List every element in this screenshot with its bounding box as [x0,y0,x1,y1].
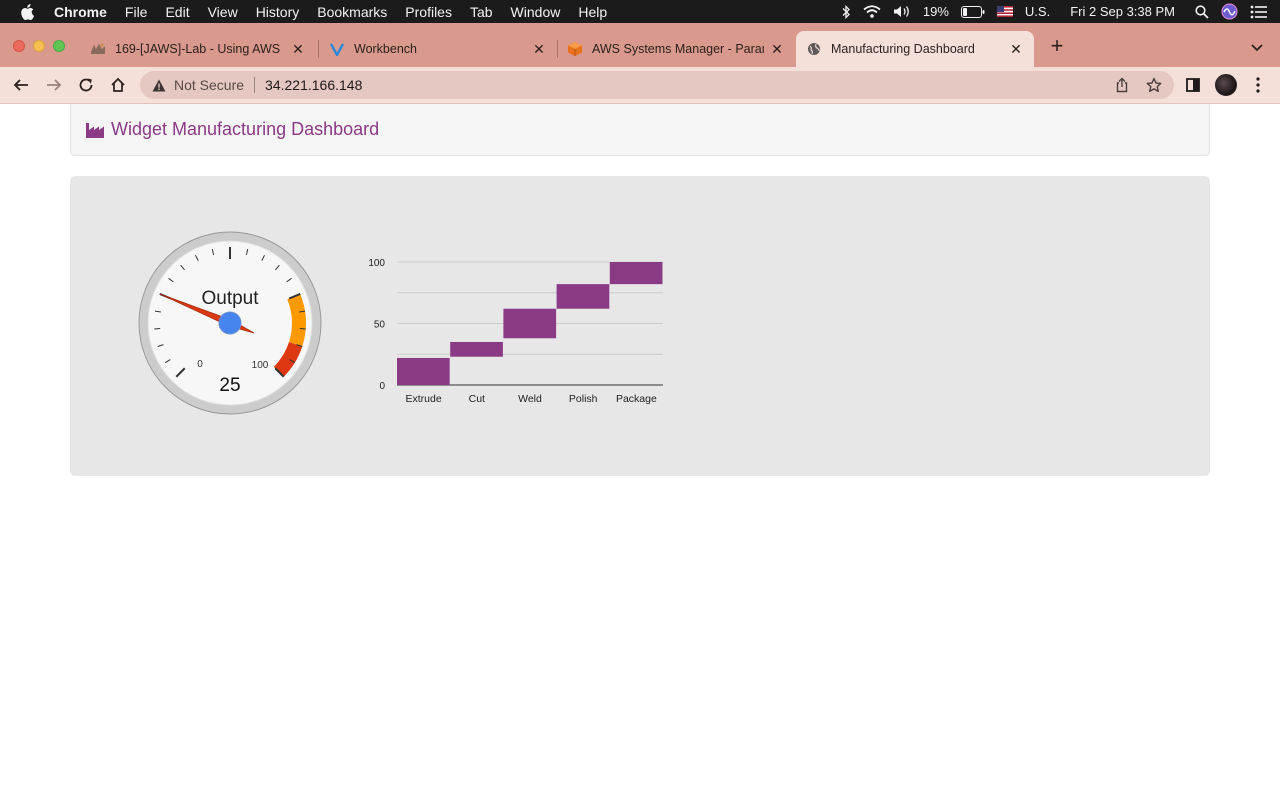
menu-profiles[interactable]: Profiles [405,4,452,20]
close-tab-icon[interactable]: ✕ [1008,41,1024,57]
clock[interactable]: Fri 2 Sep 3:38 PM [1070,4,1175,19]
dashboard-panel: Output 0 100 25 Extrude Cut Weld Polish Pack… [70,176,1210,476]
spotlight-search-icon[interactable] [1195,4,1209,19]
menu-tab[interactable]: Tab [470,4,493,20]
address-bar[interactable]: Not Secure 34.221.166.148 [140,71,1174,99]
chart-x-tick-label: Polish [569,393,598,405]
home-icon[interactable] [108,75,128,95]
globe-icon [806,41,822,57]
input-source-label[interactable]: U.S. [1025,4,1050,19]
apple-icon[interactable] [20,3,38,20]
new-tab-button[interactable]: + [1047,35,1067,57]
tab-aws-systems-manager[interactable]: AWS Systems Manager - Paran ✕ [557,31,795,67]
aws-favicon-icon [567,41,583,57]
control-center-icon[interactable] [1250,5,1268,19]
gauge-value-label: 25 [219,375,240,396]
tab-search-chevron-down-icon[interactable] [1249,39,1265,55]
back-arrow-icon[interactable] [11,75,31,95]
reload-icon[interactable] [76,75,96,95]
waterfall-chart: Extrude Cut Weld Polish Package 0 50 100 [368,258,663,405]
menu-help[interactable]: Help [578,4,607,20]
profile-avatar[interactable] [1214,73,1238,97]
industry-icon [86,122,106,138]
menu-view[interactable]: View [208,4,238,20]
lab-favicon-icon [90,41,106,57]
chart-y-tick-label: 50 [374,320,386,331]
vocareum-favicon-icon [329,41,345,57]
page-content: Widget Manufacturing Dashboard Output 0 … [0,104,1280,800]
close-tab-icon[interactable]: ✕ [531,41,547,57]
menu-history[interactable]: History [256,4,300,20]
menu-edit[interactable]: Edit [165,4,189,20]
side-panel-icon[interactable] [1184,76,1202,94]
output-gauge: Output 0 100 25 [138,231,322,415]
avatar-image [1215,74,1237,96]
bookmark-star-icon[interactable] [1146,77,1162,93]
menu-window[interactable]: Window [511,4,561,20]
chart-x-tick-label: Extrude [406,393,442,405]
tab-title: Workbench [354,42,417,56]
chart-bar-package[interactable] [609,262,663,285]
dashboard-navbar: Widget Manufacturing Dashboard [70,104,1210,156]
window-close-button[interactable] [13,40,25,52]
chart-y-tick-label: 100 [368,258,385,269]
chart-x-tick-label: Package [616,393,657,405]
menu-bookmarks[interactable]: Bookmarks [317,4,387,20]
battery-icon[interactable] [960,5,985,18]
wifi-icon[interactable] [863,5,881,18]
share-icon[interactable] [1114,77,1130,93]
gauge-min-label: 0 [197,359,203,370]
kebab-menu-icon[interactable] [1249,76,1267,94]
warning-triangle-icon[interactable] [152,78,166,92]
close-tab-icon[interactable]: ✕ [290,41,306,57]
bluetooth-icon[interactable] [841,4,851,19]
gauge-label: Output [201,288,259,309]
brand-link[interactable]: Widget Manufacturing Dashboard [86,119,379,140]
tab-title: 169-[JAWS]-Lab - Using AWS [115,42,281,56]
url-text[interactable]: 34.221.166.148 [265,77,362,93]
brand-title: Widget Manufacturing Dashboard [111,119,380,139]
chart-bar-extrude[interactable] [397,357,450,385]
tab-title: AWS Systems Manager - Paran [592,42,764,56]
close-tab-icon[interactable]: ✕ [769,41,785,57]
chart-bar-cut[interactable] [450,341,503,357]
tab-jaws-lab[interactable]: 169-[JAWS]-Lab - Using AWS ✕ [80,31,316,67]
chart-y-axis-labels: 0 50 100 [368,258,385,392]
gauge-hub [218,311,242,335]
forward-arrow-icon[interactable] [44,75,64,95]
volume-icon[interactable] [893,5,911,18]
browser-toolbar: Not Secure 34.221.166.148 [0,67,1280,104]
menu-app-name[interactable]: Chrome [54,4,107,20]
tab-title: Manufacturing Dashboard [831,42,975,56]
macos-menu-bar: Chrome File Edit View History Bookmarks … [0,0,1280,23]
chart-bar-polish[interactable] [556,284,610,309]
not-secure-label[interactable]: Not Secure [174,77,244,93]
omnibox-divider [254,77,256,93]
chart-y-tick-label: 0 [379,381,385,392]
window-zoom-button[interactable] [53,40,65,52]
tab-strip: 169-[JAWS]-Lab - Using AWS ✕ Workbench ✕… [0,23,1280,67]
flag-icon[interactable] [996,6,1013,17]
menu-file[interactable]: File [125,4,148,20]
chart-bar-weld[interactable] [503,308,557,339]
gauge-max-label: 100 [252,360,269,371]
window-minimize-button[interactable] [33,40,45,52]
chart-x-tick-label: Weld [518,393,542,405]
battery-percent: 19% [922,4,949,19]
chart-x-axis-labels: Extrude Cut Weld Polish Package [406,393,657,405]
tab-manufacturing-dashboard[interactable]: Manufacturing Dashboard ✕ [796,31,1034,67]
siri-icon[interactable] [1221,3,1238,20]
chart-x-tick-label: Cut [469,393,485,405]
tab-workbench[interactable]: Workbench ✕ [319,31,557,67]
